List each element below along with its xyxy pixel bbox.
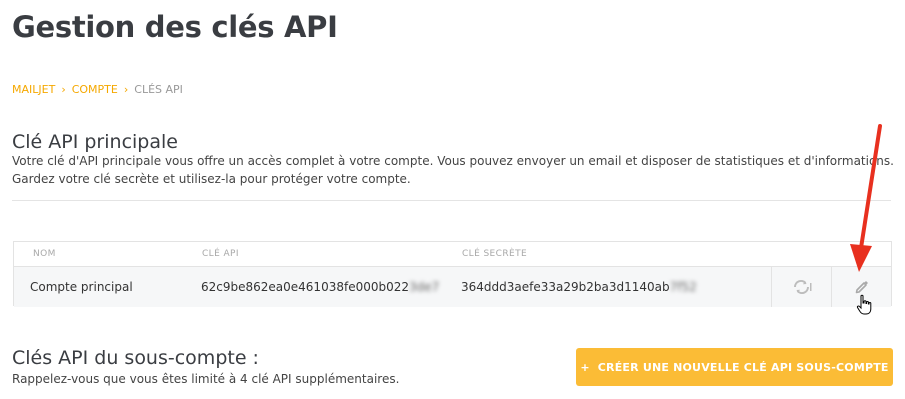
create-sub-account-key-button[interactable]: + CRÉER UNE NOUVELLE CLÉ API SOUS-COMPTE xyxy=(576,348,893,386)
breadcrumb-compte[interactable]: COMPTE xyxy=(72,83,118,96)
column-header-name: NOM xyxy=(33,249,56,259)
breadcrumb-mailjet[interactable]: MAILJET xyxy=(12,83,55,96)
main-key-description-line1: Votre clé d'API principale vous offre un… xyxy=(12,154,894,168)
api-key-blurred-part: 3de7 xyxy=(409,280,440,294)
account-name: Compte principal xyxy=(30,280,133,294)
secret-key-value[interactable]: 364ddd3aefe33a29b2ba3d1140ab7f52 xyxy=(461,280,697,294)
page-title: Gestion des clés API xyxy=(12,10,338,44)
pencil-icon xyxy=(855,281,868,294)
column-header-api-key: CLÉ API xyxy=(202,249,239,259)
section-divider xyxy=(12,200,891,201)
table-header: NOM CLÉ API CLÉ SECRÈTE xyxy=(14,242,891,266)
chevron-right-icon: › xyxy=(61,83,66,96)
secret-key-blurred-part: 7f52 xyxy=(669,280,697,294)
column-header-secret-key: CLÉ SECRÈTE xyxy=(462,249,528,259)
sub-account-title: Clés API du sous-compte : xyxy=(12,347,259,369)
breadcrumb: MAILJET › COMPTE › CLÉS API xyxy=(12,83,183,96)
api-key-value[interactable]: 62c9be862ea0e461038fe000b0223de7 xyxy=(201,280,439,294)
chevron-right-icon: › xyxy=(123,83,129,96)
main-key-description-line2: Gardez votre clé secrète et utilisez-la … xyxy=(12,172,411,186)
annotation-arrow-icon xyxy=(850,124,882,272)
regenerate-icon xyxy=(793,279,811,295)
main-key-title: Clé API principale xyxy=(12,131,178,153)
create-sub-account-key-label: CRÉER UNE NOUVELLE CLÉ API SOUS-COMPTE xyxy=(597,360,889,374)
breadcrumb-current: CLÉS API xyxy=(134,83,183,96)
api-keys-table: NOM CLÉ API CLÉ SECRÈTE Compte principal… xyxy=(13,241,892,307)
sub-account-description: Rappelez-vous que vous êtes limité à 4 c… xyxy=(12,372,400,386)
hand-cursor-icon xyxy=(856,294,872,315)
plus-icon: + xyxy=(580,360,590,374)
regenerate-key-button[interactable] xyxy=(771,267,831,307)
table-row: Compte principal 62c9be862ea0e461038fe00… xyxy=(14,266,891,307)
